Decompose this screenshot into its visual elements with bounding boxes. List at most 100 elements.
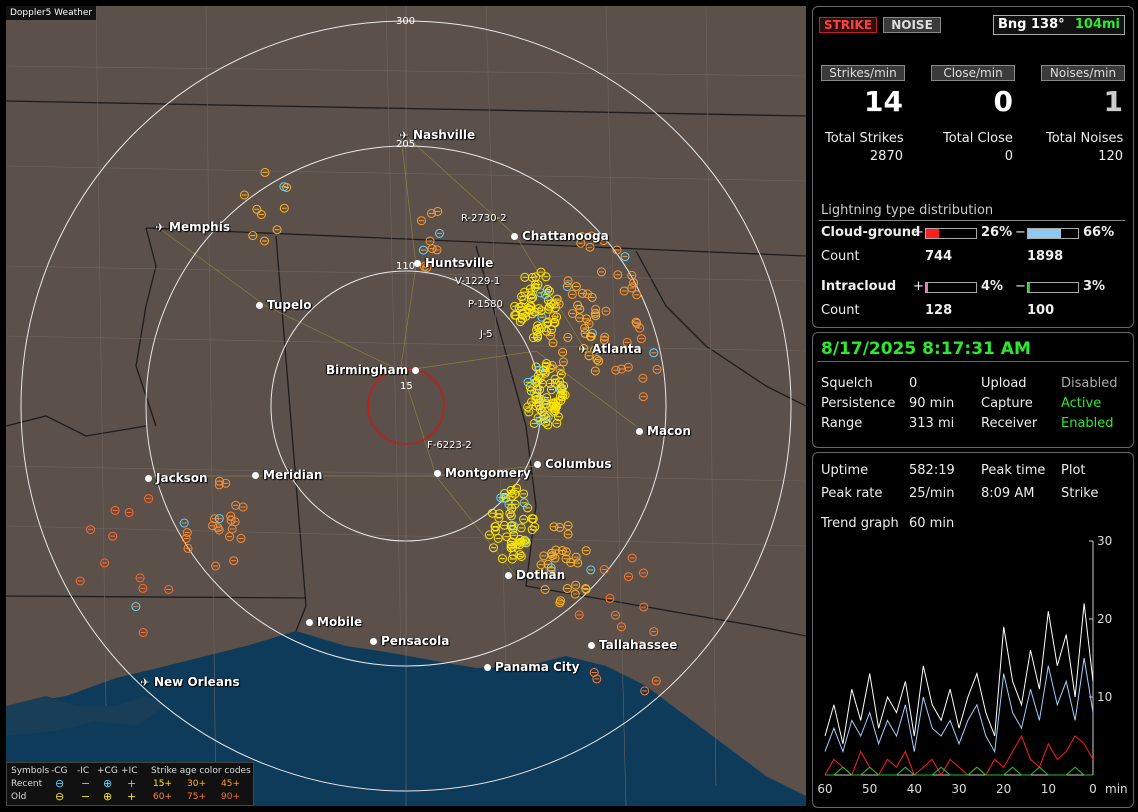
recent-pos-ic-icon: +	[127, 777, 137, 790]
city-chattanooga[interactable]: Chattanooga	[511, 229, 609, 243]
y-tick-label: 20	[1097, 612, 1112, 626]
old-pos-cg-icon: ⊕	[103, 790, 113, 803]
plot-value[interactable]: Strike	[1061, 486, 1098, 501]
noises-per-min-value: 1	[1103, 85, 1123, 118]
legend-col-neg-ic: -IC	[77, 766, 90, 776]
plus-sign: +	[913, 225, 924, 240]
city-mobile[interactable]: Mobile	[306, 615, 362, 629]
noise-button[interactable]: NOISE	[883, 17, 941, 33]
y-tick-label: 10	[1097, 690, 1112, 704]
legend-age-title: Strike age color codes	[151, 766, 251, 776]
cg-positive-pct: 26%	[981, 225, 1013, 240]
storm-label[interactable]: R-2730-2	[461, 213, 507, 224]
city-new-orleans[interactable]: ✈ New Orleans	[139, 675, 239, 689]
city-dot-icon	[588, 642, 595, 649]
minus-sign: −	[1015, 279, 1026, 294]
age-30: 30+	[187, 779, 206, 789]
city-dot-icon	[414, 260, 421, 267]
cg-positive-count: 744	[925, 249, 953, 264]
ic-positive-pct: 4%	[981, 279, 1004, 294]
ic-negative-pct: 3%	[1083, 279, 1106, 294]
city-columbus[interactable]: Columbus	[534, 457, 612, 471]
ring-label-110: 110	[396, 261, 416, 272]
strike-button[interactable]: STRIKE	[819, 17, 877, 33]
peak-time-value: 8:09 AM	[981, 486, 1035, 501]
age-75: 75+	[187, 792, 206, 802]
legend-recent-label: Recent	[11, 779, 43, 789]
legend-symbols-label: Symbols	[11, 766, 50, 776]
lightning-map[interactable]: Doppler5 Weather 300 205 110 15 ✈ Nashvil…	[6, 6, 806, 806]
y-tick-label: 30	[1097, 535, 1112, 548]
strike-markers	[75, 167, 662, 696]
x-tick-label: 60	[817, 782, 832, 796]
city-atlanta[interactable]: ✈ Atlanta	[577, 342, 641, 356]
total-close-label: Total Close	[943, 131, 1013, 146]
city-dot-icon	[434, 470, 441, 477]
range-value: 313 mi	[909, 416, 955, 431]
city-birmingham[interactable]: Birmingham	[326, 363, 420, 377]
capture-label: Capture	[981, 396, 1033, 411]
squelch-value: 0	[909, 376, 918, 391]
count-label: Count	[821, 249, 860, 264]
old-pos-ic-icon: +	[127, 790, 137, 803]
capture-value: Active	[1061, 396, 1102, 411]
plus-sign: +	[913, 279, 924, 294]
minus-sign: −	[1015, 225, 1026, 240]
noises-per-min-button[interactable]: Noises/min	[1041, 65, 1125, 81]
city-panama-city[interactable]: Panama City	[484, 660, 579, 674]
old-neg-ic-icon: −	[81, 790, 91, 803]
city-tallahassee[interactable]: Tallahassee	[588, 638, 677, 652]
city-meridian[interactable]: Meridian	[252, 468, 322, 482]
city-jackson[interactable]: Jackson	[145, 471, 208, 485]
city-huntsville[interactable]: Huntsville	[414, 256, 493, 270]
receiver-value: Enabled	[1061, 416, 1114, 431]
persistence-value: 90 min	[909, 396, 955, 411]
map-source-tag: Doppler5 Weather	[6, 6, 97, 20]
bearing-value: Bng 138°	[998, 17, 1065, 32]
city-macon[interactable]: Macon	[636, 424, 691, 438]
city-tupelo[interactable]: Tupelo	[256, 298, 312, 312]
city-pensacola[interactable]: Pensacola	[370, 634, 449, 648]
city-memphis[interactable]: ✈ Memphis	[154, 220, 230, 234]
total-noises-value: 120	[1098, 149, 1123, 164]
trend-panel: Uptime 582:19 Peak time Plot Peak rate 2…	[812, 452, 1134, 808]
city-montgomery[interactable]: Montgomery	[434, 466, 531, 480]
age-60: 60+	[153, 792, 172, 802]
ic-negative-bar	[1027, 282, 1079, 293]
storm-label[interactable]: J-5	[480, 329, 493, 340]
strikes-per-min-button[interactable]: Strikes/min	[821, 65, 905, 81]
close-per-min-button[interactable]: Close/min	[931, 65, 1015, 81]
squelch-label: Squelch	[821, 376, 873, 391]
intracloud-label: Intracloud	[821, 279, 897, 294]
total-strikes-label: Total Strikes	[825, 131, 904, 146]
city-nashville[interactable]: ✈ Nashville	[398, 128, 475, 142]
x-tick-label: 40	[907, 782, 922, 796]
cloud-ground-label: Cloud-ground	[821, 225, 921, 240]
city-dot-icon	[484, 664, 491, 671]
old-neg-cg-icon: ⊖	[55, 790, 65, 803]
x-tick-label: 30	[951, 782, 966, 796]
datetime: 8/17/2025 8:17:31 AM	[821, 339, 1031, 359]
trend-graph: 30 20 10 60 50 40 30 20 10 0 min	[817, 535, 1127, 796]
city-dothan[interactable]: Dothan	[505, 568, 565, 582]
total-close-value: 0	[1004, 149, 1013, 164]
count-label: Count	[821, 303, 860, 318]
storm-label[interactable]: V-1229-1	[455, 276, 500, 287]
ic-negative-count: 100	[1027, 303, 1055, 318]
divider	[817, 361, 1129, 362]
bearing-distance: 104mi	[1074, 17, 1120, 32]
bearing-readout: Bng 138° 104mi	[993, 15, 1125, 35]
ic-positive-count: 128	[925, 303, 953, 318]
uptime-value: 582:19	[909, 463, 955, 478]
storm-label[interactable]: P-1580	[468, 299, 503, 310]
cg-positive-bar	[925, 228, 977, 239]
city-dot-icon	[256, 302, 263, 309]
receiver-label: Receiver	[981, 416, 1038, 431]
strike-stats-panel: STRIKE NOISE Bng 138° 104mi Strikes/min …	[812, 6, 1134, 328]
storm-label[interactable]: F-6223-2	[427, 440, 472, 451]
total-noises-label: Total Noises	[1046, 131, 1124, 146]
age-90: 90+	[221, 792, 240, 802]
legend-col-neg-cg: -CG	[51, 766, 68, 776]
settings-panel: 8/17/2025 8:17:31 AM Squelch 0 Upload Di…	[812, 332, 1134, 448]
peak-time-label: Peak time	[981, 463, 1046, 478]
